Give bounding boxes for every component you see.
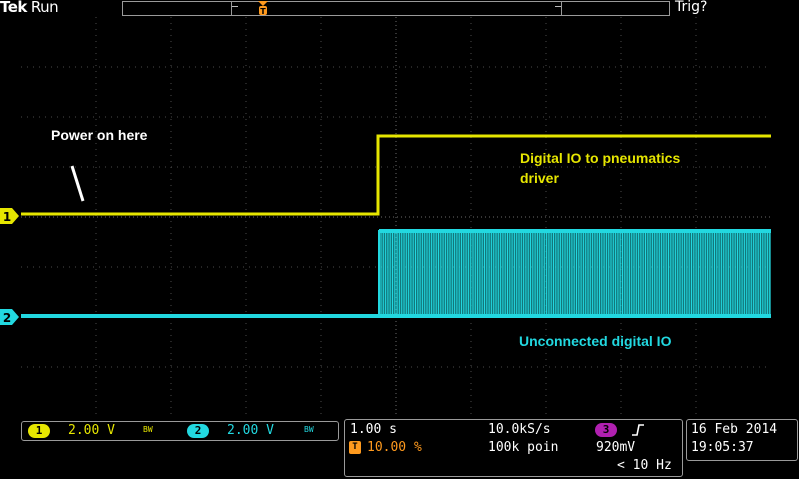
window-left-tick (232, 6, 238, 7)
sample-rate: 10.0kS/s (488, 422, 551, 437)
time: 19:05:37 (691, 440, 754, 455)
ch2-annotation: Unconnected digital IO (519, 333, 672, 349)
center-crosshair (21, 17, 771, 417)
ch1-waveform (21, 134, 771, 216)
waveform-graticule[interactable]: Power on here Digital IO to pneumatics d… (21, 17, 771, 417)
date: 16 Feb 2014 (691, 422, 778, 437)
record-length: 100k poin (488, 440, 559, 455)
ch2-waveform (21, 229, 771, 318)
channel-readout[interactable]: 1 2.00 V BW 2 2.00 V BW (21, 421, 339, 441)
brand-text: Tek (0, 0, 27, 16)
trigger-pos-icon: T (349, 441, 361, 454)
timebase-readout[interactable]: 1.00 s 10.0kS/s T 10.00 % 100k poin 3 92… (344, 419, 683, 477)
ch1-annotation-line2: driver (520, 170, 559, 186)
rising-edge-icon (632, 424, 644, 436)
power-on-pointer (70, 165, 85, 202)
brand-logo: Tek Run (0, 0, 59, 16)
power-on-annotation: Power on here (51, 127, 148, 143)
ch1-scale: 2.00 V (68, 423, 115, 438)
status-bar: Tek Run T Trig? (0, 0, 799, 16)
window-right-tick (555, 6, 561, 7)
datetime-readout: 16 Feb 2014 19:05:37 (686, 419, 798, 461)
run-status: Run (30, 0, 59, 16)
ch1-ground-marker[interactable]: 1 (0, 207, 20, 225)
svg-text:1: 1 (3, 210, 11, 224)
ch2-badge[interactable]: 2 (187, 424, 209, 438)
record-view-window[interactable] (231, 1, 562, 16)
time-per-div: 1.00 s (350, 422, 397, 437)
ch2-ground-marker[interactable]: 2 (0, 308, 20, 326)
graticule-svg (21, 17, 771, 417)
ch1-annotation-line1: Digital IO to pneumatics (520, 150, 681, 166)
trigger-level: 920mV (596, 440, 636, 455)
readout-bar: 1 2.00 V BW 2 2.00 V BW 1.00 s 10.0kS/s … (0, 418, 799, 479)
trigger-status: Trig? (675, 0, 708, 15)
trigger-source-badge[interactable]: 3 (595, 423, 617, 437)
overview-trigger-icon: T (258, 1, 268, 16)
ch2-scale: 2.00 V (227, 423, 274, 438)
ch1-badge[interactable]: 1 (28, 424, 50, 438)
trigger-position: 10.00 % (367, 440, 422, 455)
svg-text:2: 2 (3, 311, 11, 325)
ch2-bw-icon: BW (304, 425, 314, 434)
ch1-bw-icon: BW (143, 425, 153, 434)
trigger-frequency: < 10 Hz (617, 458, 672, 473)
svg-text:T: T (260, 7, 266, 16)
